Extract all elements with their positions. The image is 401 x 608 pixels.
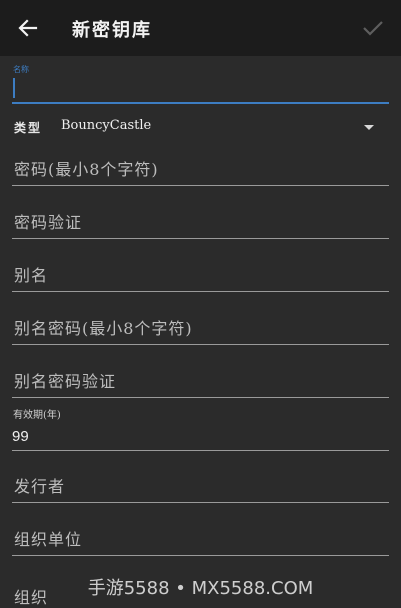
alias-password-field[interactable]: 别名密码(最小8个字符) xyxy=(12,309,389,345)
alias-password-underline xyxy=(12,344,389,345)
type-selector[interactable]: 类型 BouncyCastle xyxy=(0,116,401,140)
confirm-button[interactable] xyxy=(353,8,393,48)
keystore-form: 名称 类型 BouncyCastle 密码(最小8个字符) 密码验证 别名 别名… xyxy=(0,56,401,608)
watermark: 手游5588 • MX5588.COM xyxy=(87,578,314,599)
alias-underline xyxy=(12,291,389,292)
validity-value: 99 xyxy=(12,428,29,445)
type-label: 类型 xyxy=(14,121,43,135)
password-verify-field[interactable]: 密码验证 xyxy=(12,203,389,239)
name-underline xyxy=(12,102,389,104)
name-floating-label: 名称 xyxy=(13,65,29,74)
type-selected-value: BouncyCastle xyxy=(61,118,152,133)
name-field[interactable]: 名称 xyxy=(12,64,389,104)
issuer-field[interactable]: 发行者 xyxy=(12,467,389,503)
issuer-placeholder: 发行者 xyxy=(14,477,66,496)
alias-password-verify-field[interactable]: 别名密码验证 xyxy=(12,362,389,398)
check-icon xyxy=(363,21,383,36)
validity-field[interactable]: 有效期(年) 99 xyxy=(12,406,389,451)
alias-field[interactable]: 别名 xyxy=(12,256,389,292)
org-unit-underline xyxy=(12,555,389,556)
password-underline xyxy=(12,185,389,186)
back-button[interactable] xyxy=(8,8,48,48)
password-placeholder: 密码(最小8个字符) xyxy=(14,160,159,179)
app-bar: 新密钥库 xyxy=(0,0,401,56)
alias-placeholder: 别名 xyxy=(14,266,49,285)
text-cursor xyxy=(13,78,15,98)
dropdown-arrow-icon[interactable] xyxy=(364,125,374,130)
arrow-left-icon xyxy=(18,19,38,37)
validity-underline xyxy=(12,450,389,451)
alias-password-verify-underline xyxy=(12,397,389,398)
password-field[interactable]: 密码(最小8个字符) xyxy=(12,150,389,186)
org-unit-placeholder: 组织单位 xyxy=(14,530,83,549)
page-title: 新密钥库 xyxy=(72,20,152,41)
alias-password-verify-placeholder: 别名密码验证 xyxy=(14,372,117,391)
validity-label: 有效期(年) xyxy=(13,410,61,421)
password-verify-underline xyxy=(12,238,389,239)
alias-password-placeholder: 别名密码(最小8个字符) xyxy=(14,319,193,338)
org-unit-field[interactable]: 组织单位 xyxy=(12,520,389,556)
issuer-underline xyxy=(12,502,389,503)
password-verify-placeholder: 密码验证 xyxy=(14,213,83,232)
